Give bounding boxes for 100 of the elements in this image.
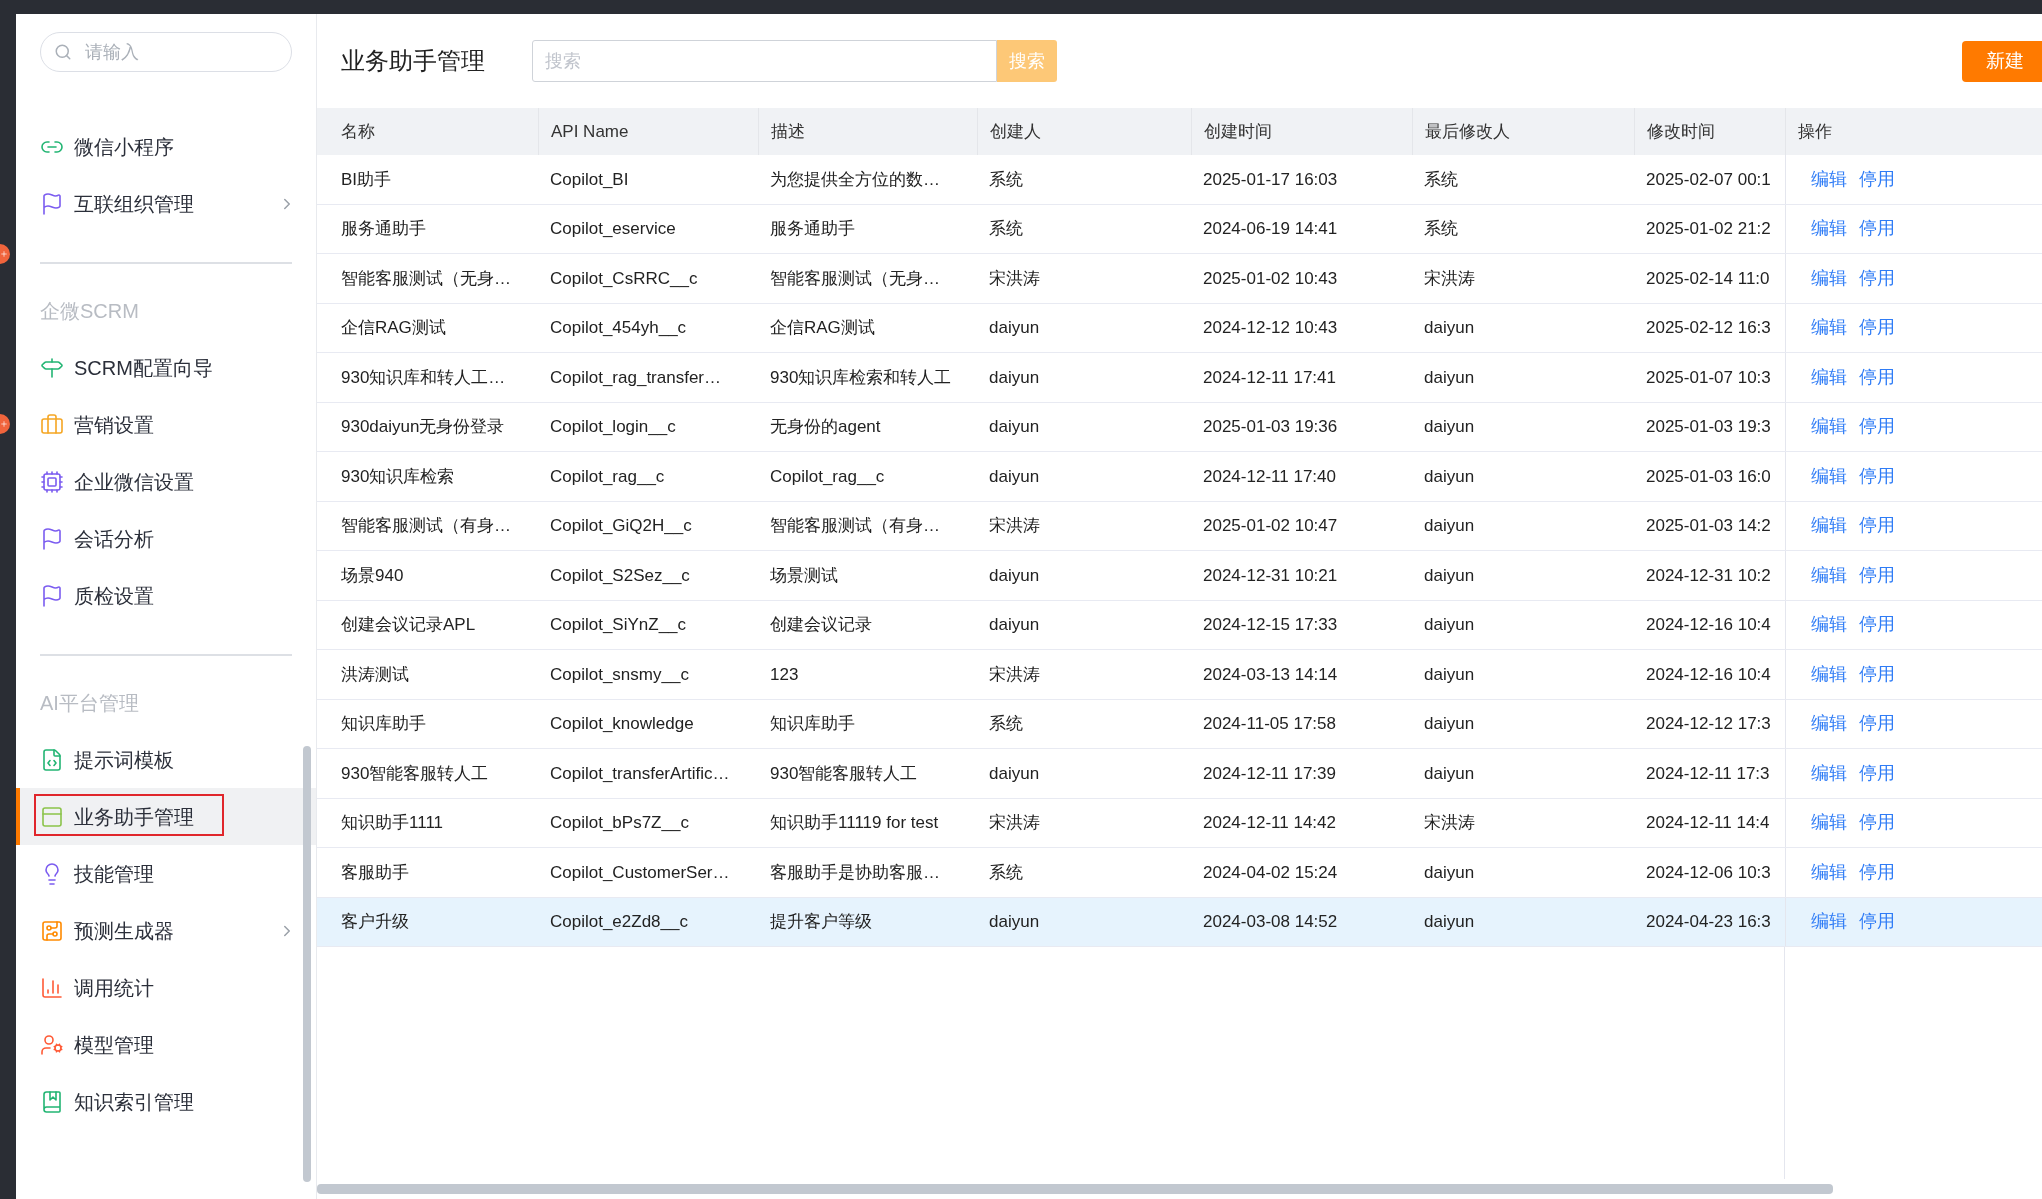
menu-label: 知识索引管理 <box>74 1089 194 1115</box>
table-cell-text: 企信RAG测试 <box>341 317 446 339</box>
table-row[interactable]: 客服助手 Copilot_CustomerSer… 客服助手是协助客服… 系统 2024-04-02 15:24 daiyun 2024-12-06 10:3 编辑 停用 <box>317 848 2042 898</box>
sidebar-item[interactable]: 提示词模板 <box>16 731 316 788</box>
menu-label: 互联组织管理 <box>74 191 194 217</box>
table-cell-text: 提升客户等级 <box>770 911 872 933</box>
action-link[interactable]: 编辑 <box>1811 710 1847 738</box>
column-header: 创建时间 <box>1204 120 1272 143</box>
action-link[interactable]: 编辑 <box>1811 363 1847 391</box>
action-link[interactable]: 编辑 <box>1811 215 1847 243</box>
action-link[interactable]: 编辑 <box>1811 512 1847 540</box>
action-link[interactable]: 编辑 <box>1811 413 1847 441</box>
table-row[interactable]: 企信RAG测试 Copilot_454yh__c 企信RAG测试 daiyun 2024-12-12 10:43 daiyun 2025-02-12 16:3 编辑 停用 <box>317 303 2042 353</box>
table-cell-text: 系统 <box>1424 218 1458 240</box>
search-field[interactable]: 搜索 <box>532 40 997 82</box>
table-cell-text: 2024-03-08 14:52 <box>1203 911 1338 933</box>
table-row[interactable]: 客户升级 Copilot_e2Zd8__c 提升客户等级 daiyun 2024-03-08 14:52 daiyun 2024-04-23 16:3 编辑 停用 <box>317 897 2042 947</box>
table-cell-text: 123 <box>770 663 799 686</box>
action-link[interactable]: 停用 <box>1859 363 1895 391</box>
table-row[interactable]: 场景940 Copilot_S2Sez__c 场景测试 daiyun 2024-12-31 10:21 daiyun 2024-12-31 10:2 编辑 停用 <box>317 551 2042 601</box>
table-cell-text: Copilot_knowledge <box>550 713 694 735</box>
table-row[interactable]: 智能客服测试（无身… Copilot_CsRRC__c 智能客服测试（无身… 宋洪涛 2025-01-02 10:43 宋洪涛 2025-02-14 11:0 编辑 停用 <box>317 254 2042 304</box>
table-cell-text: 2025-01-07 10:3 <box>1646 366 1771 389</box>
sidebar-item[interactable]: 会话分析 <box>16 510 316 567</box>
horizontal-scrollbar[interactable] <box>317 1184 1833 1194</box>
action-link[interactable]: 停用 <box>1859 264 1895 292</box>
sidebar-item[interactable]: 预测生成器 <box>16 902 316 959</box>
action-link[interactable]: 编辑 <box>1811 908 1847 936</box>
action-link[interactable]: 停用 <box>1859 561 1895 589</box>
table-cell-text: 宋洪涛 <box>1424 812 1475 834</box>
table-cell-text: daiyun <box>1424 762 1475 785</box>
menu-icon <box>40 804 64 829</box>
table-row[interactable]: 服务通助手 Copilot_eservice 服务通助手 系统 2024-06-19 14:41 系统 2025-01-02 21:2 编辑 停用 <box>317 204 2042 254</box>
action-link[interactable]: 编辑 <box>1811 462 1847 490</box>
table-cell-text: daiyun <box>989 762 1040 785</box>
table-row[interactable]: BI助手 Copilot_BI 为您提供全方位的数… 系统 2025-01-17 16:03 系统 2025-02-07 00:1 编辑 停用 <box>317 155 2042 205</box>
sidebar-item[interactable]: 互联组织管理 <box>16 175 316 232</box>
table-cell-text: Copilot_454yh__c <box>550 317 687 339</box>
sidebar-item[interactable]: 业务助手管理 <box>16 788 316 845</box>
action-link[interactable]: 停用 <box>1859 215 1895 243</box>
action-link[interactable]: 编辑 <box>1811 858 1847 886</box>
table-cell-text: Copilot_CsRRC__c <box>550 267 698 290</box>
menu-label: SCRM配置向导 <box>74 355 213 381</box>
table-cell-text: 创建会议记录APL <box>341 614 476 636</box>
sidebar-item[interactable]: 调用统计 <box>16 959 316 1016</box>
table-row[interactable]: 知识助手1111 Copilot_bPs7Z__c 知识助手11119 for test 宋洪涛 2024-12-11 14:42 宋洪涛 2024-12-11 14:4 编辑 停用 <box>317 798 2042 848</box>
action-link[interactable]: 停用 <box>1859 908 1895 936</box>
table-cell-text: daiyun <box>1424 515 1475 537</box>
table-row[interactable]: 930知识库和转人工… Copilot_rag_transfer… 930知识库检索和转人工 daiyun 2024-12-11 17:41 daiyun 2025-01-07 10:3 编辑 停用 <box>317 353 2042 403</box>
action-link[interactable]: 编辑 <box>1811 165 1847 193</box>
action-link[interactable]: 编辑 <box>1811 611 1847 639</box>
action-link[interactable]: 停用 <box>1859 611 1895 639</box>
sidebar-item[interactable]: 质检设置 <box>16 567 316 624</box>
table-row[interactable]: 930知识库检索 Copilot_rag__c Copilot_rag__c daiyun 2024-12-11 17:40 daiyun 2025-01-03 16:0 编辑 停用 <box>317 452 2042 502</box>
action-link[interactable]: 编辑 <box>1811 759 1847 787</box>
action-link[interactable]: 停用 <box>1859 660 1895 688</box>
menu-icon <box>40 469 64 494</box>
table-cell-text: Copilot_CustomerSer… <box>550 861 730 884</box>
menu-label: 提示词模板 <box>74 747 174 773</box>
sidebar-item[interactable]: 企业微信设置 <box>16 453 316 510</box>
action-link[interactable]: 编辑 <box>1811 264 1847 292</box>
table-cell-text: 客服助手是协助客服… <box>770 861 940 884</box>
sidebar-item[interactable]: 营销设置 <box>16 396 316 453</box>
action-link[interactable]: 编辑 <box>1811 314 1847 342</box>
search-field[interactable]: 请输入 <box>40 32 292 72</box>
action-link[interactable]: 停用 <box>1859 413 1895 441</box>
table-row[interactable]: 知识库助手 Copilot_knowledge 知识库助手 系统 2024-11-05 17:58 daiyun 2024-12-12 17:3 编辑 停用 <box>317 699 2042 749</box>
table-row[interactable]: 创建会议记录APL Copilot_SiYnZ__c 创建会议记录 daiyun 2024-12-15 17:33 daiyun 2024-12-16 10:4 编辑 停用 <box>317 600 2042 650</box>
sidebar-item[interactable]: 模型管理 <box>16 1016 316 1073</box>
table-row[interactable]: 930daiyun无身份登录 Copilot_login__c 无身份的agent daiyun 2025-01-03 19:36 daiyun 2025-01-03 19:3 编辑 停用 <box>317 402 2042 452</box>
section-title: AI平台管理 <box>40 690 139 716</box>
table-cell-text: 2024-12-11 17:39 <box>1203 762 1336 785</box>
action-link[interactable]: 停用 <box>1859 512 1895 540</box>
action-link[interactable]: 停用 <box>1859 462 1895 490</box>
table-cell-text: 知识助手1111 <box>341 812 444 834</box>
action-link[interactable]: 编辑 <box>1811 809 1847 837</box>
action-link[interactable]: 停用 <box>1859 710 1895 738</box>
action-link[interactable]: 停用 <box>1859 858 1895 886</box>
action-link[interactable]: 停用 <box>1859 165 1895 193</box>
table-cell-text: 2024-12-11 17:3 <box>1646 762 1770 785</box>
action-link[interactable]: 停用 <box>1859 314 1895 342</box>
action-link[interactable]: 编辑 <box>1811 561 1847 589</box>
table-row[interactable]: 930智能客服转人工 Copilot_transferArtific… 930智能客服转人工 daiyun 2024-12-11 17:39 daiyun 2024-12-11 17:3 编辑 停用 <box>317 749 2042 799</box>
table-cell-text: 2024-12-11 14:42 <box>1203 812 1336 834</box>
table-cell-text: 系统 <box>989 861 1023 884</box>
column-header: 最后修改人 <box>1425 120 1510 143</box>
scrollbar[interactable] <box>303 746 311 1182</box>
sidebar-item[interactable]: 知识索引管理 <box>16 1073 316 1130</box>
sidebar-item[interactable]: 微信小程序 <box>16 118 316 175</box>
table-row[interactable]: 洪涛测试 Copilot_snsmy__c 123 宋洪涛 2024-03-13 14:14 daiyun 2024-12-16 10:4 编辑 停用 <box>317 650 2042 700</box>
new-button[interactable]: 新建 <box>1962 40 2042 82</box>
sidebar-item[interactable]: 技能管理 <box>16 845 316 902</box>
sidebar-item[interactable]: SCRM配置向导 <box>16 339 316 396</box>
table-cell-text: 知识库助手 <box>770 713 855 735</box>
action-link[interactable]: 停用 <box>1859 809 1895 837</box>
action-link[interactable]: 停用 <box>1859 759 1895 787</box>
menu-icon <box>40 191 64 216</box>
table-row[interactable]: 智能客服测试（有身… Copilot_GiQ2H__c 智能客服测试（有身… 宋洪涛 2025-01-02 10:47 daiyun 2025-01-03 14:2 编辑 停用 <box>317 501 2042 551</box>
active-indicator <box>16 788 20 845</box>
action-link[interactable]: 编辑 <box>1811 660 1847 688</box>
